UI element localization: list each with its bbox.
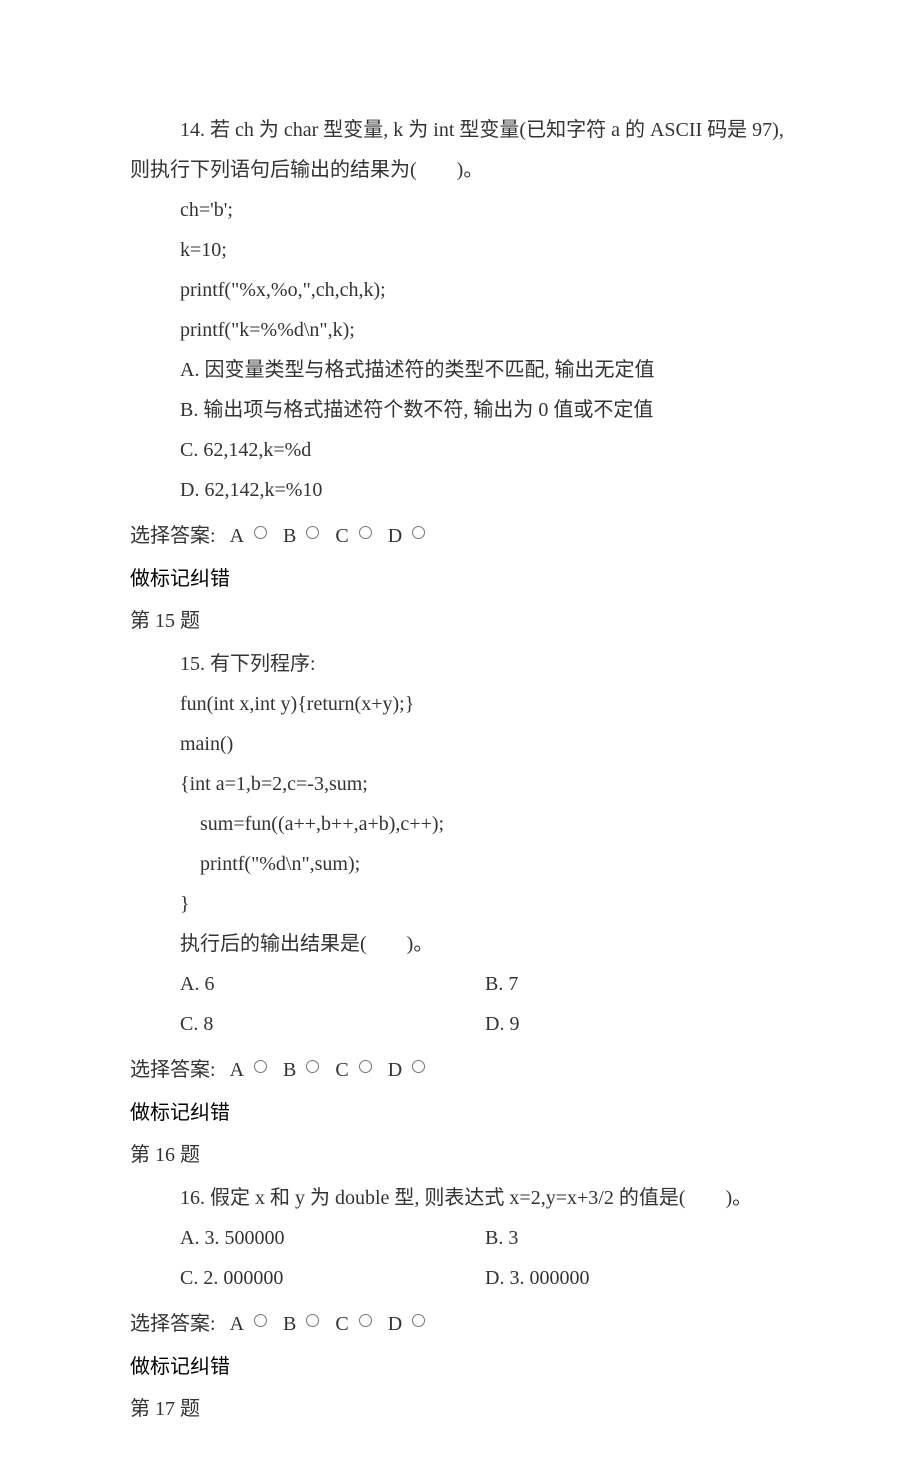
q16-options-row2: C. 2. 000000 D. 3. 000000 [130, 1258, 790, 1298]
answer-row-16: 选择答案: A B C D [130, 1306, 790, 1342]
q15-option-c: C. 8 [180, 1004, 485, 1044]
radio-letter-c: C [335, 518, 348, 554]
radio-group-d: D [388, 1306, 433, 1342]
correct-link[interactable]: 纠错 [190, 1102, 230, 1124]
q16-option-d: D. 3. 000000 [485, 1258, 790, 1298]
q15-intro: 15. 有下列程序: [130, 644, 790, 684]
radio-letter-b: B [283, 1052, 296, 1088]
radio-q16-d[interactable] [412, 1314, 425, 1327]
q16-option-b: B. 3 [485, 1218, 790, 1258]
radio-q15-d[interactable] [412, 1060, 425, 1073]
answer-label: 选择答案: [130, 518, 216, 554]
question-15: 15. 有下列程序: fun(int x,int y){return(x+y);… [130, 644, 790, 1044]
question-14: 14. 若 ch 为 char 型变量, k 为 int 型变量(已知字符 a … [130, 110, 790, 510]
radio-letter-a: A [230, 1052, 244, 1088]
q15-option-b: B. 7 [485, 964, 790, 1004]
q15-code-line: sum=fun((a++,b++,a+b),c++); [130, 804, 790, 844]
radio-group-b: B [283, 1306, 327, 1342]
radio-q15-b[interactable] [306, 1060, 319, 1073]
radio-group-c: C [335, 1052, 379, 1088]
q14-option-d: D. 62,142,k=%10 [130, 470, 790, 510]
radio-group-c: C [335, 1306, 379, 1342]
section-15-title: 第 15 题 [130, 602, 790, 640]
radio-letter-a: A [230, 1306, 244, 1342]
radio-letter-d: D [388, 1306, 402, 1342]
q14-intro: 14. 若 ch 为 char 型变量, k 为 int 型变量(已知字符 a … [130, 110, 790, 190]
q15-code-line: {int a=1,b=2,c=-3,sum; [130, 764, 790, 804]
q15-option-a: A. 6 [180, 964, 485, 1004]
radio-q16-a[interactable] [254, 1314, 267, 1327]
radio-group-b: B [283, 518, 327, 554]
radio-group-d: D [388, 518, 433, 554]
radio-group-a: A [230, 518, 275, 554]
q16-option-a: A. 3. 500000 [180, 1218, 485, 1258]
mark-link[interactable]: 做标记 [130, 568, 190, 590]
radio-q16-c[interactable] [359, 1314, 372, 1327]
q14-option-a: A. 因变量类型与格式描述符的类型不匹配, 输出无定值 [130, 350, 790, 390]
q15-options-row2: C. 8 D. 9 [130, 1004, 790, 1044]
radio-letter-d: D [388, 518, 402, 554]
radio-q14-b[interactable] [306, 526, 319, 539]
answer-row-15: 选择答案: A B C D [130, 1052, 790, 1088]
radio-letter-c: C [335, 1052, 348, 1088]
radio-letter-a: A [230, 518, 244, 554]
radio-letter-b: B [283, 1306, 296, 1342]
q16-options-row1: A. 3. 500000 B. 3 [130, 1218, 790, 1258]
q14-code-line: k=10; [130, 230, 790, 270]
radio-q14-c[interactable] [359, 526, 372, 539]
correct-link[interactable]: 纠错 [190, 568, 230, 590]
radio-q16-b[interactable] [306, 1314, 319, 1327]
radio-group-b: B [283, 1052, 327, 1088]
q15-stem: 执行后的输出结果是( )。 [130, 924, 790, 964]
radio-q14-d[interactable] [412, 526, 425, 539]
q15-code-line: main() [130, 724, 790, 764]
radio-letter-b: B [283, 518, 296, 554]
q15-code-line: fun(int x,int y){return(x+y);} [130, 684, 790, 724]
answer-label: 选择答案: [130, 1052, 216, 1088]
question-16: 16. 假定 x 和 y 为 double 型, 则表达式 x=2,y=x+3/… [130, 1178, 790, 1298]
q14-option-b: B. 输出项与格式描述符个数不符, 输出为 0 值或不定值 [130, 390, 790, 430]
q14-option-c: C. 62,142,k=%d [130, 430, 790, 470]
radio-letter-d: D [388, 1052, 402, 1088]
q16-option-c: C. 2. 000000 [180, 1258, 485, 1298]
q16-intro: 16. 假定 x 和 y 为 double 型, 则表达式 x=2,y=x+3/… [130, 1178, 790, 1218]
q14-code-line: printf("%x,%o,",ch,ch,k); [130, 270, 790, 310]
mark-row-15: 做标记纠错 [130, 1094, 790, 1132]
mark-row-14: 做标记纠错 [130, 560, 790, 598]
q15-code-line: } [130, 884, 790, 924]
radio-letter-c: C [335, 1306, 348, 1342]
mark-row-16: 做标记纠错 [130, 1348, 790, 1386]
q14-code-line: ch='b'; [130, 190, 790, 230]
page-content: 14. 若 ch 为 char 型变量, k 为 int 型变量(已知字符 a … [0, 0, 920, 1462]
section-16-title: 第 16 题 [130, 1136, 790, 1174]
section-17-title: 第 17 题 [130, 1390, 790, 1428]
mark-link[interactable]: 做标记 [130, 1356, 190, 1378]
radio-q15-c[interactable] [359, 1060, 372, 1073]
mark-link[interactable]: 做标记 [130, 1102, 190, 1124]
q15-options-row1: A. 6 B. 7 [130, 964, 790, 1004]
q14-code-line: printf("k=%%d\n",k); [130, 310, 790, 350]
answer-label: 选择答案: [130, 1306, 216, 1342]
correct-link[interactable]: 纠错 [190, 1356, 230, 1378]
radio-q14-a[interactable] [254, 526, 267, 539]
q15-code-line: printf("%d\n",sum); [130, 844, 790, 884]
radio-q15-a[interactable] [254, 1060, 267, 1073]
answer-row-14: 选择答案: A B C D [130, 518, 790, 554]
radio-group-a: A [230, 1052, 275, 1088]
radio-group-c: C [335, 518, 379, 554]
q15-option-d: D. 9 [485, 1004, 790, 1044]
radio-group-a: A [230, 1306, 275, 1342]
radio-group-d: D [388, 1052, 433, 1088]
